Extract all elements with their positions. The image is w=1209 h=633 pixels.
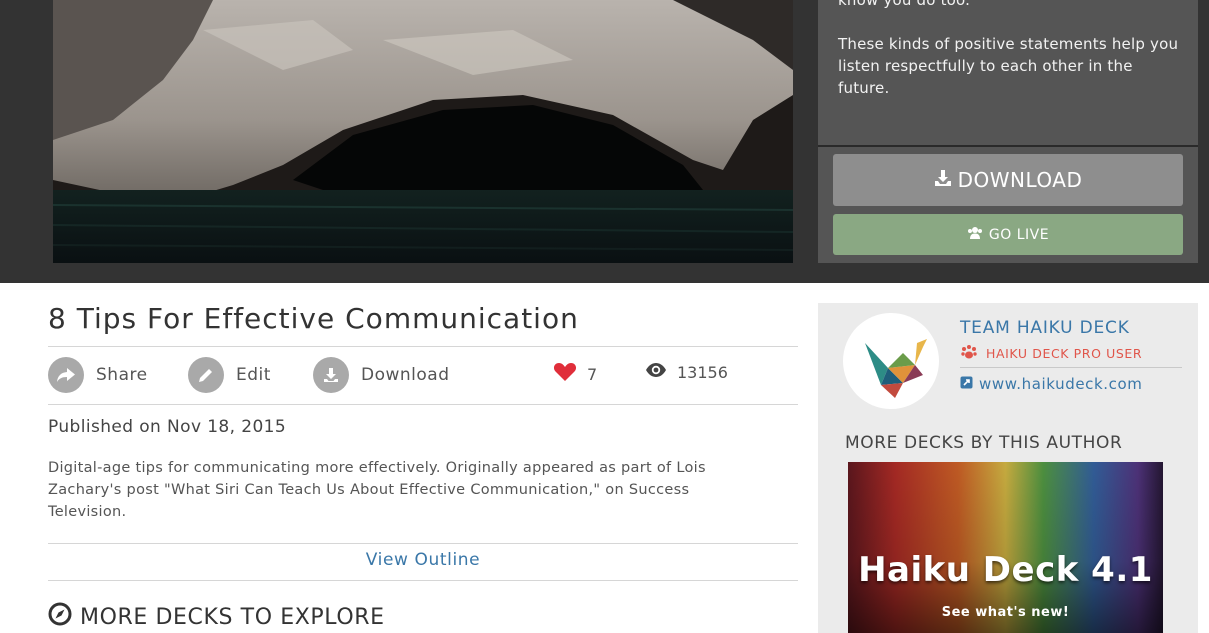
slide-notes: know you do too. These kinds of positive… (818, 0, 1198, 145)
download-button[interactable]: DOWNLOAD (833, 154, 1183, 206)
edit-label: Edit (236, 365, 271, 385)
thumbnail-title: Haiku Deck 4.1 (858, 550, 1153, 590)
share-button[interactable]: Share (48, 357, 148, 393)
author-divider (960, 367, 1182, 368)
divider (48, 346, 798, 347)
download-button-label: DOWNLOAD (957, 168, 1083, 192)
more-by-author-heading: MORE DECKS BY THIS AUTHOR (845, 433, 1123, 453)
download-label: Download (361, 365, 450, 385)
more-decks-heading: MORE DECKS TO EXPLORE (48, 602, 385, 632)
pro-user-badge: HAIKU DECK PRO USER (960, 344, 1142, 363)
notes-text-2: These kinds of positive statements help … (838, 35, 1179, 97)
slide-stage: know you do too. These kinds of positive… (0, 0, 1209, 283)
paw-icon (960, 344, 978, 363)
users-icon (967, 226, 983, 244)
edit-button[interactable]: Edit (188, 357, 271, 393)
share-arrow-icon (48, 357, 84, 393)
pro-user-badge-text: HAIKU DECK PRO USER (986, 346, 1143, 361)
likes-count: 7 (587, 364, 598, 384)
published-date: Published on Nov 18, 2015 (48, 417, 287, 437)
deck-title: 8 Tips For Effective Communication (48, 302, 579, 335)
haiku-crane-logo (865, 339, 927, 398)
deck-description: Digital-age tips for communicating more … (48, 460, 706, 520)
notes-text-1: know you do too. (838, 0, 971, 9)
go-live-button-label: GO LIVE (988, 226, 1050, 243)
author-website-link[interactable]: www.haikudeck.com (960, 375, 1142, 393)
eye-icon (645, 362, 667, 382)
cave-photo (53, 0, 793, 263)
view-outline-link[interactable]: View Outline (48, 550, 798, 570)
share-label: Share (96, 365, 148, 385)
views-stat: 13156 (645, 362, 728, 382)
slide-button-panel: DOWNLOAD GO LIVE (818, 147, 1198, 263)
thumbnail-subtitle: See what's new! (941, 605, 1070, 620)
author-deck-thumbnail[interactable]: Haiku Deck 4.1 See what's new! (848, 462, 1163, 633)
download-icon (313, 357, 349, 393)
more-decks-heading-text: MORE DECKS TO EXPLORE (80, 604, 385, 630)
compass-icon (48, 602, 72, 632)
divider (48, 404, 798, 405)
external-link-icon (960, 375, 973, 393)
pencil-icon (188, 357, 224, 393)
slide-image[interactable] (53, 0, 793, 263)
download-link-button[interactable]: Download (313, 357, 450, 393)
author-panel: TEAM HAIKU DECK HAIKU DECK PRO USER www.… (818, 303, 1198, 633)
author-name-link[interactable]: TEAM HAIKU DECK (960, 318, 1130, 338)
author-website-text: www.haikudeck.com (979, 375, 1143, 393)
divider (48, 580, 798, 581)
views-count: 13156 (677, 362, 728, 382)
go-live-button[interactable]: GO LIVE (833, 214, 1183, 255)
download-icon (934, 168, 952, 192)
heart-icon (553, 362, 577, 386)
author-avatar[interactable] (843, 313, 939, 409)
divider (48, 543, 798, 544)
likes-stat[interactable]: 7 (553, 362, 597, 386)
